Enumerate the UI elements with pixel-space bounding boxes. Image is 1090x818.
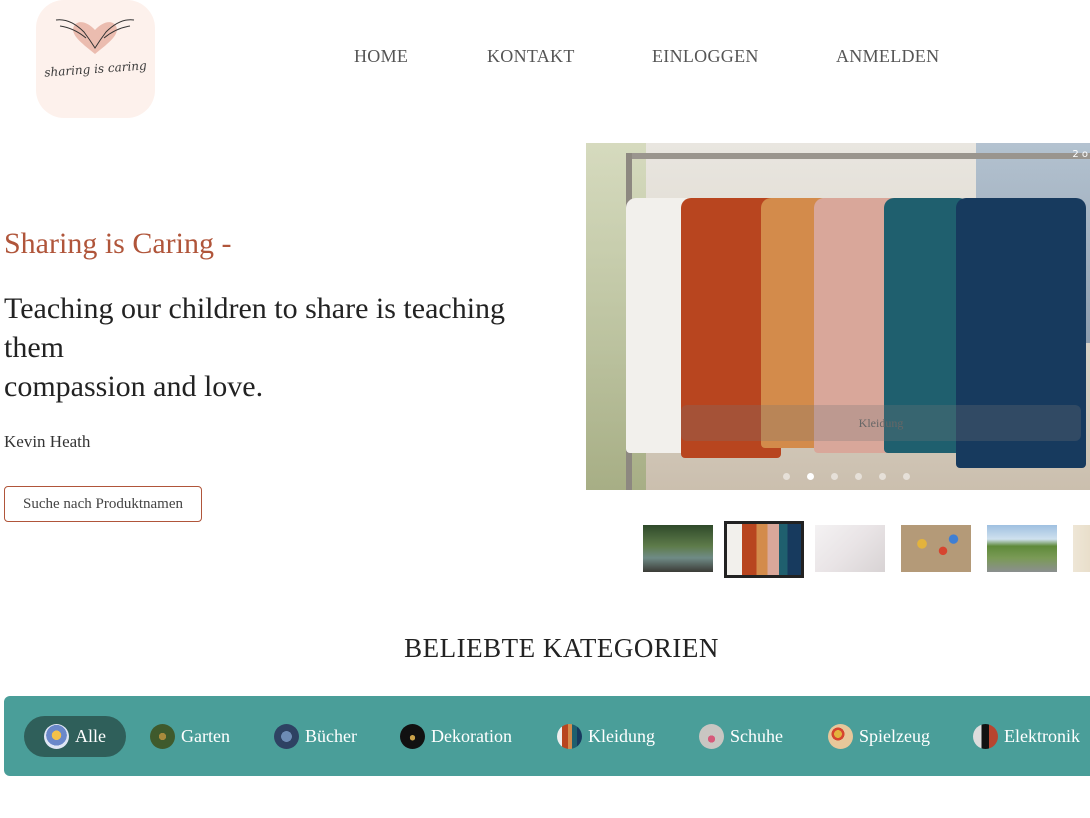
categories-title: BELIEBTE KATEGORIEN	[404, 633, 719, 663]
thumbnail-garden[interactable]	[643, 525, 713, 572]
category-chip-elektronik[interactable]: Elektronik	[953, 716, 1090, 757]
search-by-name-button[interactable]: Suche nach Produktnamen	[4, 486, 202, 522]
hero-quote-line-1: Teaching our children to share is teachi…	[4, 292, 506, 364]
hero-subtitle: Sharing is Caring -	[4, 227, 232, 260]
thumbnail-electronics[interactable]	[1073, 525, 1090, 572]
category-label: Garten	[181, 726, 230, 746]
category-garden-icon	[150, 724, 175, 749]
slide-caption: Kleidung	[681, 405, 1081, 441]
category-label: Alle	[75, 726, 106, 746]
main-nav: HOME KONTAKT EINLOGGEN ANMELDEN	[0, 46, 1090, 70]
thumbnail-toys[interactable]	[901, 525, 971, 572]
category-chip-alle[interactable]: Alle	[24, 716, 126, 757]
nav-kontakt[interactable]: KONTAKT	[487, 46, 575, 67]
carousel-dot-5[interactable]	[879, 473, 886, 480]
category-chip-schuhe[interactable]: Schuhe	[679, 716, 803, 757]
category-clothing-icon	[557, 724, 582, 749]
nav-home[interactable]: HOME	[354, 46, 408, 67]
thumbnail-books[interactable]	[815, 525, 885, 572]
category-label: Schuhe	[730, 726, 783, 746]
category-label: Bücher	[305, 726, 357, 746]
category-label: Kleidung	[588, 726, 655, 746]
nav-anmelden[interactable]: ANMELDEN	[836, 46, 939, 67]
category-label: Dekoration	[431, 726, 512, 746]
category-shoes-icon	[699, 724, 724, 749]
category-bar: Alle Garten Bücher Dekoration Kleidung S…	[4, 696, 1090, 776]
category-toys-icon	[828, 724, 853, 749]
category-books-icon	[274, 724, 299, 749]
category-label: Spielzeug	[859, 726, 930, 746]
category-decoration-icon	[400, 724, 425, 749]
category-electronics-icon	[973, 724, 998, 749]
carousel-dot-2[interactable]	[807, 473, 814, 480]
category-chip-kleidung[interactable]: Kleidung	[537, 716, 675, 757]
category-chip-garten[interactable]: Garten	[130, 716, 250, 757]
carousel-dot-4[interactable]	[855, 473, 862, 480]
category-chip-buecher[interactable]: Bücher	[254, 716, 377, 757]
hero-quote: Teaching our children to share is teachi…	[4, 289, 564, 406]
hero-carousel[interactable]: 2 o Kleidung	[586, 143, 1090, 490]
carousel-dot-1[interactable]	[783, 473, 790, 480]
category-chip-dekoration[interactable]: Dekoration	[380, 716, 532, 757]
thumbnail-clothing[interactable]	[724, 521, 804, 578]
hero-author: Kevin Heath	[4, 432, 91, 451]
category-all-icon	[44, 724, 69, 749]
slide-counter: 2 o	[1072, 149, 1088, 160]
category-label: Elektronik	[1004, 726, 1080, 746]
nav-einloggen[interactable]: EINLOGGEN	[652, 46, 759, 67]
hero-quote-line-2: compassion and love.	[4, 370, 264, 403]
carousel-dot-6[interactable]	[903, 473, 910, 480]
thumbnail-shoes[interactable]	[987, 525, 1057, 572]
carousel-dot-3[interactable]	[831, 473, 838, 480]
category-chip-spielzeug[interactable]: Spielzeug	[808, 716, 950, 757]
